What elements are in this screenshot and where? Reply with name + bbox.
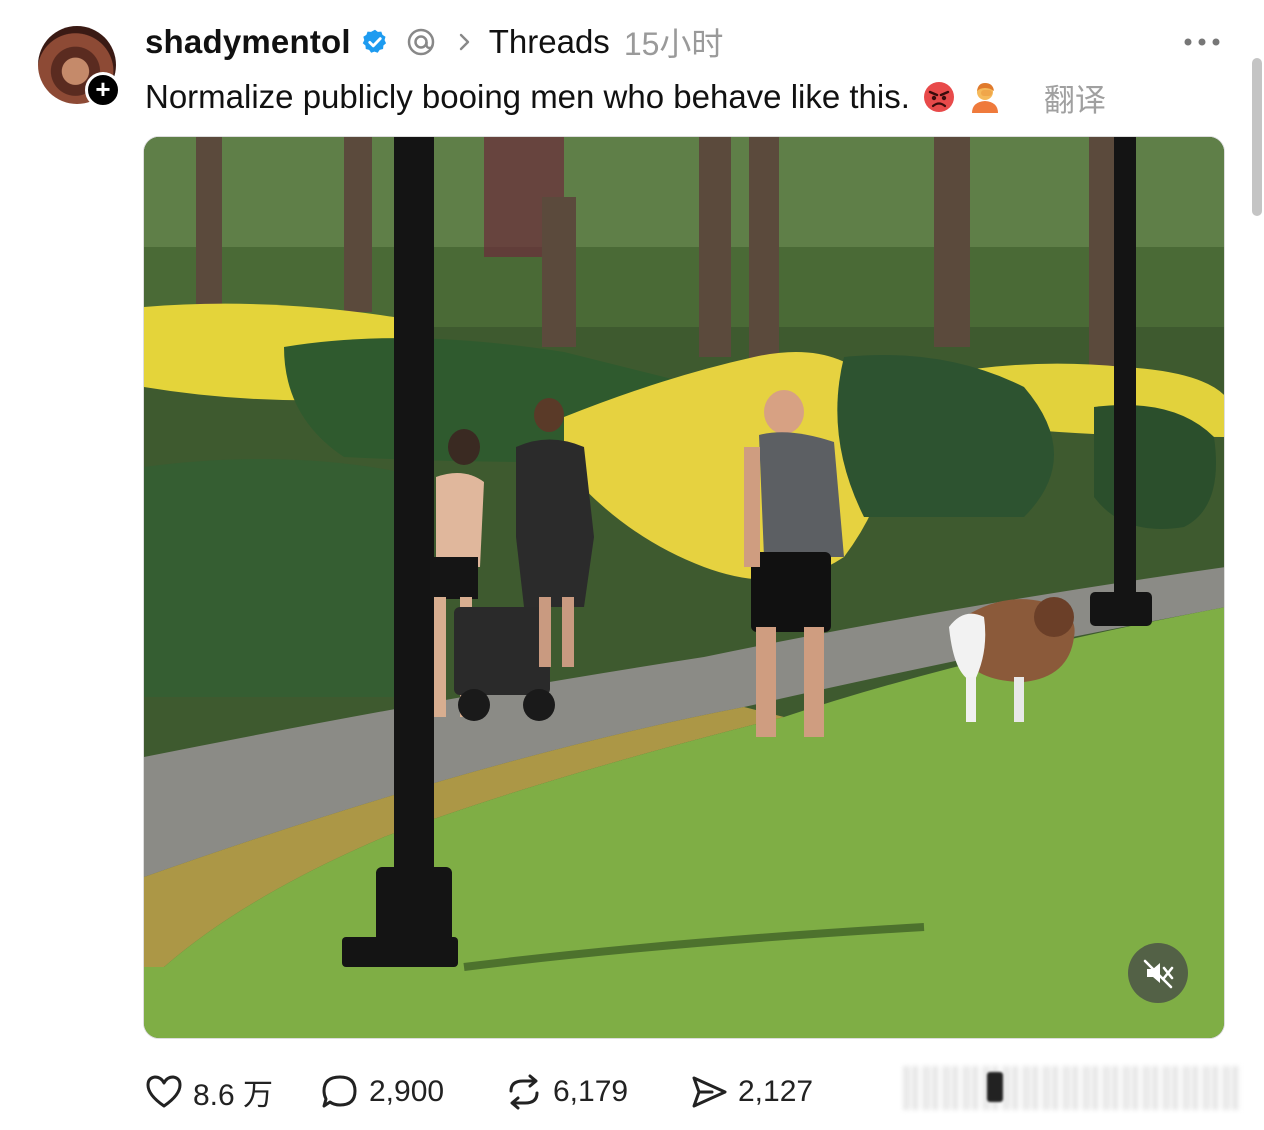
send-icon — [692, 1076, 727, 1108]
scrollbar[interactable] — [1252, 58, 1262, 216]
like-count: 8.6 万 — [193, 1079, 274, 1112]
mute-icon — [1143, 959, 1174, 989]
post-text-row: Normalize publicly booing men who behave… — [145, 72, 1106, 122]
reply-count: 2,900 — [369, 1075, 445, 1108]
repost-button[interactable]: 6,179 — [503, 1066, 628, 1118]
mute-toggle-button[interactable] — [1128, 943, 1188, 1003]
threads-logo-icon[interactable] — [405, 26, 437, 58]
video-frame-park-scene — [144, 137, 1224, 1038]
verified-badge-icon — [362, 29, 386, 53]
timestamp: 15小时 — [623, 26, 724, 62]
reply-button[interactable]: 2,900 — [319, 1066, 444, 1118]
post-video[interactable] — [143, 136, 1225, 1039]
blurred-watermark — [903, 1066, 1241, 1110]
person-facepalming-emoji — [971, 83, 998, 113]
post-header: shadymentol Threads 15小时 — [145, 18, 723, 66]
translate-link[interactable]: 翻译 — [1044, 75, 1106, 120]
username[interactable]: shadymentol — [145, 23, 351, 61]
share-button[interactable]: 2,127 — [688, 1066, 813, 1118]
follow-plus-icon[interactable]: + — [85, 72, 121, 108]
share-count: 2,127 — [738, 1075, 814, 1108]
repost-icon — [509, 1074, 539, 1110]
repost-count: 6,179 — [553, 1075, 629, 1108]
post-text: Normalize publicly booing men who behave… — [145, 78, 910, 115]
angry-face-emoji — [923, 82, 954, 112]
more-icon[interactable] — [1180, 28, 1224, 56]
blurred-watermark-mark — [987, 1072, 1003, 1102]
heart-icon — [146, 1075, 182, 1108]
like-button[interactable]: 8.6 万 — [143, 1066, 273, 1118]
chevron-right-icon — [459, 33, 469, 51]
source-label[interactable]: Threads — [489, 23, 610, 61]
comment-icon — [322, 1075, 357, 1108]
